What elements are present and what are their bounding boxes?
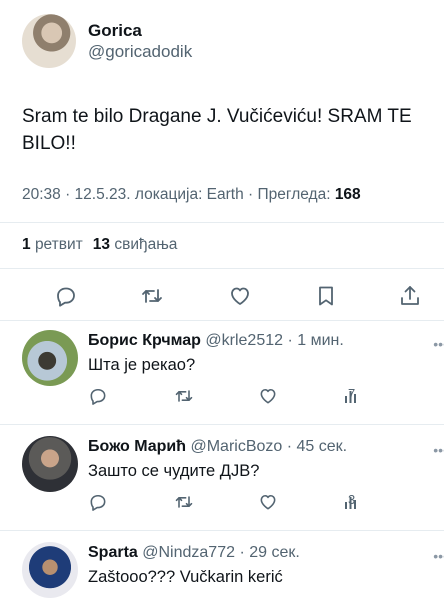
- more-icon[interactable]: •••: [433, 336, 444, 352]
- reply-action-bar: 7: [0, 384, 444, 408]
- author-handle[interactable]: @goricadodik: [88, 41, 192, 63]
- views-icon: [345, 391, 356, 403]
- retweets-label[interactable]: ретвит: [35, 236, 83, 253]
- share-icon[interactable]: [398, 284, 422, 308]
- tweet-meta: 20:38 · 12.5.23. локација: Earth · Прегл…: [22, 186, 361, 204]
- divider: [0, 530, 444, 531]
- reply-icon[interactable]: [88, 386, 108, 406]
- reply-icon[interactable]: [54, 284, 78, 308]
- divider: [0, 222, 444, 223]
- views-button[interactable]: 7: [344, 386, 356, 403]
- retweets-count[interactable]: 1: [22, 236, 31, 253]
- likes-label[interactable]: свиђања: [114, 236, 177, 253]
- reply-author-name[interactable]: Божо Марић: [88, 438, 186, 455]
- reply-author-name[interactable]: Борис Крчмар: [88, 332, 201, 349]
- reply-item[interactable]: Sparta @Nindza772 · 29 сек. ••• Zaštooo?…: [0, 534, 444, 600]
- heart-icon[interactable]: [228, 284, 252, 308]
- reply-text: Шта је рекао?: [88, 356, 196, 374]
- reply-text: Zaštooo??? Vučkarin kerić: [88, 568, 283, 586]
- views-icon: [345, 497, 356, 509]
- avatar[interactable]: [22, 14, 76, 68]
- reply-text: Зашто се чудите ДЈВ?: [88, 462, 260, 480]
- divider: [0, 424, 444, 425]
- reply-handle-time[interactable]: @krle2512 · 1 мин.: [205, 332, 343, 349]
- reply-author-name[interactable]: Sparta: [88, 544, 138, 561]
- retweet-icon[interactable]: [140, 284, 164, 308]
- reply-handle-time[interactable]: @MaricBozo · 45 сек.: [190, 438, 347, 455]
- more-icon[interactable]: •••: [433, 548, 444, 564]
- divider: [0, 320, 444, 321]
- tweet-text: Sram te bilo Dragane J. Vučićeviću! SRAM…: [22, 106, 412, 154]
- author-name[interactable]: Gorica: [88, 20, 192, 41]
- reply-item[interactable]: Борис Крчмар @krle2512 · 1 мин. ••• Шта …: [0, 322, 444, 422]
- bookmark-icon[interactable]: [314, 284, 338, 308]
- avatar[interactable]: [22, 330, 78, 386]
- reply-item[interactable]: Божо Марић @MaricBozo · 45 сек. ••• Зашт…: [0, 428, 444, 528]
- avatar[interactable]: [22, 436, 78, 492]
- tweet-action-bar: [0, 280, 444, 310]
- reply-action-bar: 3: [0, 490, 444, 514]
- tweet-author[interactable]: Gorica @goricadodik: [22, 14, 192, 68]
- views-button[interactable]: 3: [344, 492, 356, 509]
- tweet-views-count[interactable]: 168: [335, 186, 361, 203]
- tweet-stats: 1 ретвит 13 свиђања: [22, 236, 177, 254]
- retweet-icon[interactable]: [174, 386, 194, 406]
- more-icon[interactable]: •••: [433, 442, 444, 458]
- heart-icon[interactable]: [258, 492, 278, 512]
- avatar[interactable]: [22, 542, 78, 598]
- divider: [0, 268, 444, 269]
- reply-icon[interactable]: [88, 492, 108, 512]
- likes-count[interactable]: 13: [93, 236, 110, 253]
- heart-icon[interactable]: [258, 386, 278, 406]
- reply-handle-time[interactable]: @Nindza772 · 29 сек.: [142, 544, 300, 561]
- retweet-icon[interactable]: [174, 492, 194, 512]
- tweet-meta-info: 20:38 · 12.5.23. локација: Earth · Прегл…: [22, 186, 335, 203]
